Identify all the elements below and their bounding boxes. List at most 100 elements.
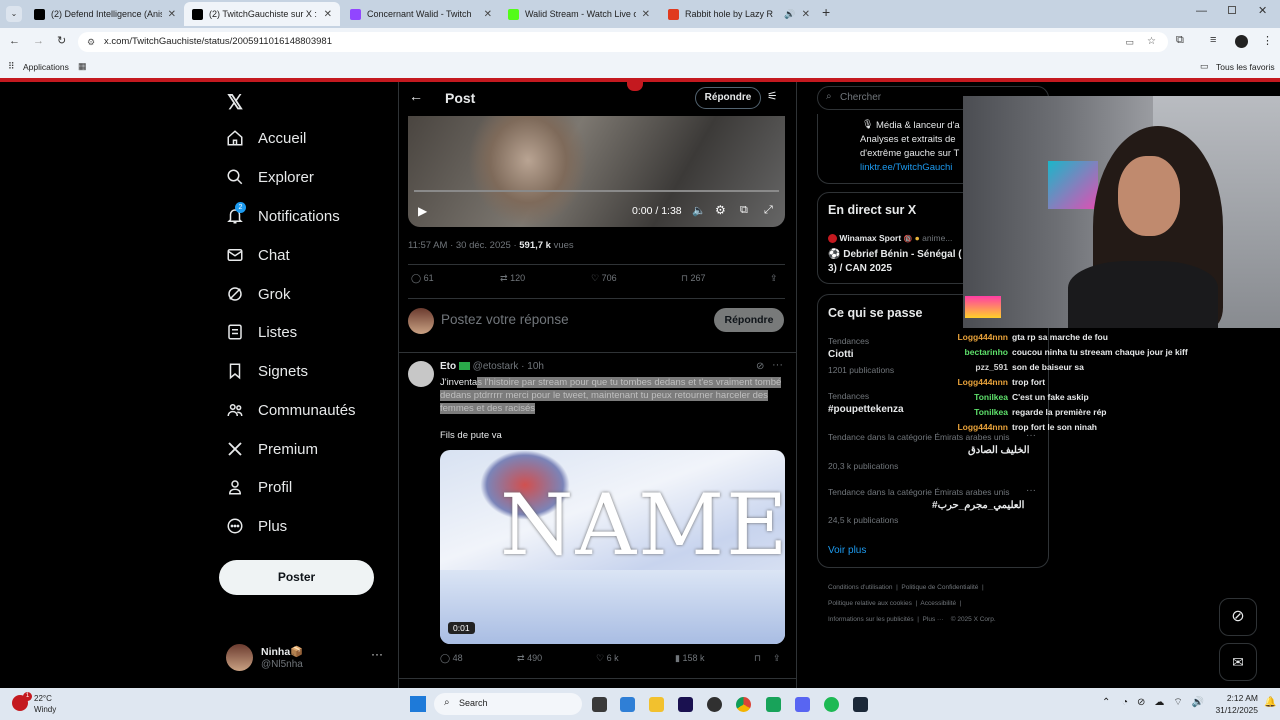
browser-menu-icon[interactable]: ⋮ — [1262, 34, 1273, 47]
repost-action[interactable]: ⇄ 120 — [500, 273, 525, 284]
filter-icon[interactable]: ⚟ — [767, 89, 778, 103]
notification-center-icon[interactable]: 🔔 — [1264, 697, 1276, 708]
nav-item-notifications[interactable]: Notifications 2 — [226, 202, 340, 225]
grok-floating-button[interactable]: ⊘ — [1219, 598, 1257, 636]
close-tab-icon[interactable]: ✕ — [484, 9, 492, 20]
footer-link[interactable]: Accessibilité — [920, 600, 956, 607]
reply-author-avatar[interactable] — [408, 361, 434, 387]
reply-submit-button[interactable]: Répondre — [714, 308, 784, 332]
tray-chevron-icon[interactable]: ⌃ — [1102, 697, 1110, 708]
trend-name[interactable]: #poupettekenza — [828, 404, 904, 415]
footer-link[interactable]: Plus ··· — [923, 616, 944, 623]
live-event-line-1[interactable]: ⚽ Debrief Bénin - Sénégal ( — [828, 249, 962, 260]
browser-tab-1[interactable]: (2) Defend Intelligence (Anis Ay ✕ — [26, 2, 184, 26]
discord-icon[interactable] — [795, 697, 810, 712]
reply-more-icon[interactable]: ··· — [772, 359, 783, 371]
reply-media[interactable]: NAME 0:01 — [440, 450, 785, 644]
profile-link[interactable]: linktr.ee/TwitchGauchi — [860, 162, 952, 173]
profile-avatar-icon[interactable] — [1235, 35, 1248, 48]
like-action[interactable]: ♡ 6 k — [596, 653, 619, 664]
media-icon[interactable]: ≡ — [1210, 34, 1216, 46]
nav-item-home[interactable]: Accueil — [226, 129, 306, 147]
reply-author-handle[interactable]: @etostark · 10h — [473, 361, 544, 372]
new-tab-button[interactable]: + — [822, 4, 830, 20]
nav-item-premium[interactable]: Premium — [226, 440, 318, 458]
bookmark-action[interactable]: ⊓ 267 — [681, 273, 706, 284]
like-action[interactable]: ♡ 706 — [591, 273, 617, 284]
nav-item-communities[interactable]: Communautés — [226, 401, 356, 419]
apps-grid-icon[interactable]: ⠿ — [8, 61, 15, 72]
chrome-icon[interactable] — [736, 697, 751, 712]
trend-name[interactable]: #العليمي_مجرم_حرب — [932, 500, 1024, 511]
clock-date[interactable]: 31/12/2025 — [1200, 705, 1258, 715]
maximize-button[interactable] — [1228, 6, 1236, 14]
bookmark-icon[interactable]: ⊓ — [754, 653, 761, 664]
post-compose-button[interactable]: Poster — [219, 560, 374, 595]
trend-more-icon[interactable]: ··· — [1026, 485, 1036, 496]
reload-icon[interactable]: ↻ — [57, 34, 66, 47]
reply-composer-input[interactable]: Postez votre réponse — [441, 312, 569, 327]
live-account[interactable]: Winamax Sport 🔞 ● anime... — [828, 233, 952, 244]
close-tab-icon[interactable]: ✕ — [642, 9, 650, 20]
file-explorer-icon[interactable] — [649, 697, 664, 712]
close-window-button[interactable]: ✕ — [1258, 4, 1267, 17]
grok-explain-icon[interactable]: ⊘ — [756, 361, 764, 372]
store-icon[interactable] — [620, 697, 635, 712]
footer-link[interactable]: Informations sur les publicités — [828, 616, 914, 623]
nav-item-lists[interactable]: Listes — [226, 323, 297, 341]
task-view-icon[interactable] — [592, 697, 607, 712]
footer-link[interactable]: Conditions d'utilisation — [828, 584, 892, 591]
nav-item-more[interactable]: Plus — [226, 517, 287, 535]
nav-item-explore[interactable]: Explorer — [226, 168, 314, 186]
play-icon[interactable]: ▶ — [418, 204, 427, 218]
windows-start-icon[interactable] — [410, 696, 426, 712]
site-info-icon[interactable]: ⚙ — [87, 32, 95, 52]
back-arrow-icon[interactable]: ← — [409, 88, 423, 104]
back-icon[interactable]: ← — [9, 35, 20, 47]
settings-icon[interactable]: ⚙ — [715, 203, 726, 217]
browser-tab-5[interactable]: Rabbit hole by Lazy R 🔊 ✕ — [660, 2, 818, 26]
premiere-icon[interactable] — [678, 697, 693, 712]
messages-floating-button[interactable]: ✉ — [1219, 643, 1257, 681]
trend-name[interactable]: Ciotti — [828, 349, 854, 360]
nav-item-chat[interactable]: Chat — [226, 246, 290, 264]
minimize-button[interactable]: — — [1196, 5, 1207, 17]
forward-icon[interactable]: → — [33, 35, 44, 47]
app-icon[interactable] — [766, 697, 781, 712]
close-tab-icon[interactable]: ✕ — [168, 9, 176, 20]
obs-icon[interactable] — [707, 697, 722, 712]
browser-tab-4[interactable]: Walid Stream - Watch Live on K ✕ — [500, 2, 658, 26]
volume-icon[interactable]: 🔈 — [692, 204, 706, 217]
spotify-icon[interactable] — [824, 697, 839, 712]
account-switcher[interactable]: Ninha📦 @Nl5nha ··· — [226, 644, 386, 674]
extensions-icon[interactable]: ⧉ — [1176, 34, 1184, 47]
live-event-line-2[interactable]: 3) / CAN 2025 — [828, 263, 892, 274]
taskbar-search[interactable]: ⌕ Search — [434, 693, 582, 715]
fullscreen-icon[interactable]: ⤢ — [764, 204, 773, 217]
close-tab-icon[interactable]: ✕ — [324, 9, 332, 20]
show-more-link[interactable]: Voir plus — [828, 545, 866, 556]
share-icon[interactable]: ⇪ — [770, 273, 778, 284]
nav-item-profile[interactable]: Profil — [226, 478, 292, 496]
tab-groups-icon[interactable]: ▦ — [78, 61, 87, 72]
reply-action[interactable]: ◯ 48 — [440, 653, 463, 664]
weather-widget[interactable]: 1 22°C Windy — [12, 692, 72, 716]
tab-search-button[interactable]: ⌄ — [6, 6, 22, 22]
nav-item-grok[interactable]: Grok — [226, 285, 291, 303]
install-icon[interactable]: ▭ — [1125, 32, 1134, 52]
bookmark-applications[interactable]: Applications — [23, 62, 69, 72]
header-reply-button[interactable]: Répondre — [695, 87, 761, 109]
audio-icon[interactable]: 🔊 — [784, 9, 795, 20]
bookmark-star-icon[interactable]: ☆ — [1147, 32, 1156, 52]
steam-icon[interactable] — [853, 697, 868, 712]
video-player[interactable]: ▶ 0:00 / 1:38 🔈 ⚙ ⧉ ⤢ — [408, 116, 785, 227]
nav-item-bookmarks[interactable]: Signets — [226, 362, 308, 380]
reply-action[interactable]: ◯ 61 — [411, 273, 434, 284]
close-tab-icon[interactable]: ✕ — [802, 9, 810, 20]
browser-tab-3[interactable]: Concernant Walid - Twitch ✕ — [342, 2, 500, 26]
clock-time[interactable]: 2:12 AM — [1212, 693, 1258, 703]
video-progress-track[interactable] — [414, 190, 779, 192]
account-more-icon[interactable]: ··· — [371, 647, 383, 661]
address-bar[interactable]: ⚙ x.com/TwitchGauchiste/status/200591101… — [78, 32, 1168, 52]
pip-icon[interactable]: ⧉ — [740, 204, 748, 217]
